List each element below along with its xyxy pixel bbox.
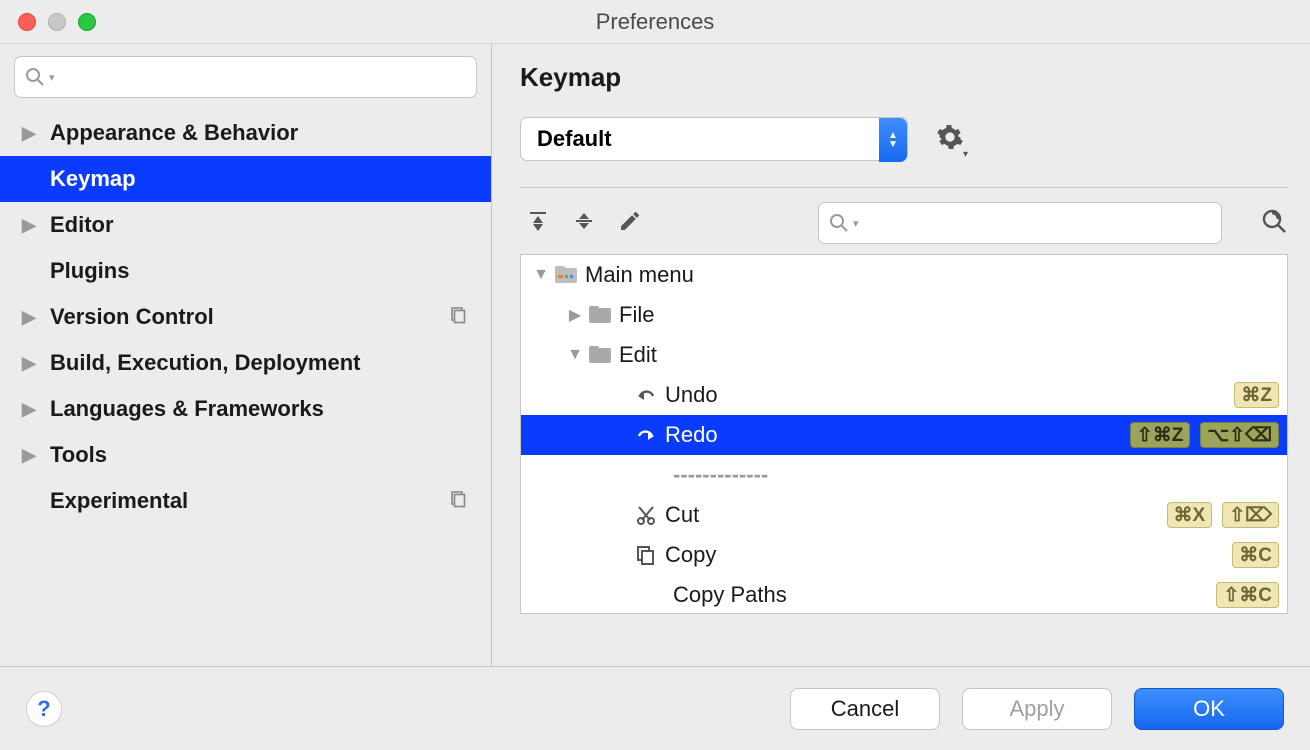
shortcuts: ⌘Z [1234, 382, 1279, 408]
sidebar-item-label: Version Control [50, 304, 214, 330]
button-label: Cancel [831, 696, 899, 722]
redo-icon [633, 426, 659, 444]
keymap-tree[interactable]: ▼ Main menu ▶ File ▼ Edit [520, 254, 1288, 614]
search-icon [25, 67, 45, 87]
sidebar-item-version-control[interactable]: ▶ Version Control [0, 294, 491, 340]
expand-icon: ▶ [22, 399, 50, 420]
tree-item-label: ------------- [673, 462, 768, 488]
tree-row-main-menu[interactable]: ▼ Main menu [521, 255, 1287, 295]
help-button[interactable]: ? [26, 691, 62, 727]
tree-row-copy[interactable]: Copy ⌘C [521, 535, 1287, 575]
sidebar-item-label: Editor [50, 212, 114, 238]
button-label: Apply [1009, 696, 1064, 722]
keymap-selector[interactable]: Default ▲▼ [520, 117, 908, 161]
sidebar-item-experimental[interactable]: ▶ Experimental [0, 478, 491, 524]
tree-row-undo[interactable]: Undo ⌘Z [521, 375, 1287, 415]
keyboard-shortcut: ⇧⌦ [1222, 502, 1279, 528]
keyboard-shortcut: ⇧⌘C [1216, 582, 1279, 608]
sidebar-item-label: Experimental [50, 488, 188, 514]
tree-item-label: Copy Paths [673, 582, 787, 608]
expand-icon: ▶ [22, 445, 50, 466]
tree-item-label: Redo [665, 422, 718, 448]
project-settings-icon [449, 304, 467, 330]
page-title: Keymap [520, 62, 1288, 93]
cut-icon [633, 505, 659, 525]
tree-item-label: Edit [619, 342, 657, 368]
tree-row-copy-paths[interactable]: Copy Paths ⇧⌘C [521, 575, 1287, 614]
keymap-actions-button[interactable]: ▾ [936, 123, 964, 156]
project-settings-icon [449, 488, 467, 514]
keyboard-shortcut: ⌘X [1167, 502, 1213, 528]
sidebar-search-input[interactable]: ▾ [14, 56, 477, 98]
sidebar-item-plugins[interactable]: ▶ Plugins [0, 248, 491, 294]
keymap-selected-value: Default [537, 126, 612, 152]
settings-sidebar: ▾ ▶ Appearance & Behavior ▶ Keymap ▶ Edi… [0, 44, 492, 666]
chevron-down-icon: ▾ [49, 71, 55, 84]
tree-item-label: Copy [665, 542, 716, 568]
sidebar-item-label: Languages & Frameworks [50, 396, 324, 422]
expand-icon: ▶ [563, 305, 587, 325]
sidebar-item-label: Appearance & Behavior [50, 120, 298, 146]
tree-row-edit[interactable]: ▼ Edit [521, 335, 1287, 375]
chevron-down-icon: ▾ [853, 217, 859, 230]
shortcuts: ⌘X ⇧⌦ [1167, 502, 1279, 528]
ok-button[interactable]: OK [1134, 688, 1284, 730]
folder-icon [587, 346, 613, 364]
sidebar-item-label: Build, Execution, Deployment [50, 350, 360, 376]
tree-row-separator[interactable]: ------------- [521, 455, 1287, 495]
tree-item-label: File [619, 302, 654, 328]
sidebar-item-appearance-behavior[interactable]: ▶ Appearance & Behavior [0, 110, 491, 156]
undo-icon [633, 386, 659, 404]
sidebar-item-editor[interactable]: ▶ Editor [0, 202, 491, 248]
sidebar-item-label: Tools [50, 442, 107, 468]
tree-item-label: Main menu [585, 262, 694, 288]
shortcuts: ⇧⌘Z ⌥⇧⌫ [1130, 422, 1279, 448]
keyboard-shortcut: ⇧⌘Z [1130, 422, 1191, 448]
copy-icon [633, 545, 659, 565]
apply-button[interactable]: Apply [962, 688, 1112, 730]
sidebar-item-label: Keymap [50, 166, 136, 192]
titlebar: Preferences [0, 0, 1310, 44]
window-title: Preferences [0, 9, 1310, 35]
tree-item-label: Undo [665, 382, 718, 408]
collapse-icon: ▼ [563, 346, 587, 364]
edit-shortcut-button[interactable] [618, 209, 642, 238]
sidebar-item-label: Plugins [50, 258, 129, 284]
action-search-input[interactable]: ▾ [818, 202, 1222, 244]
folder-icon [587, 306, 613, 324]
collapse-icon: ▼ [529, 266, 553, 284]
sidebar-item-tools[interactable]: ▶ Tools [0, 432, 491, 478]
shortcuts: ⇧⌘C [1216, 582, 1279, 608]
gear-icon [936, 138, 964, 155]
expand-all-button[interactable] [526, 209, 550, 238]
expand-icon: ▶ [22, 215, 50, 236]
expand-icon: ▶ [22, 123, 50, 144]
tree-row-file[interactable]: ▶ File [521, 295, 1287, 335]
dropdown-arrows-icon: ▲▼ [879, 118, 907, 162]
keyboard-shortcut: ⌥⇧⌫ [1200, 422, 1279, 448]
dialog-footer: ? Cancel Apply OK [0, 666, 1310, 750]
cancel-button[interactable]: Cancel [790, 688, 940, 730]
search-icon [829, 213, 849, 233]
collapse-all-button[interactable] [572, 209, 596, 238]
root-folder-icon [553, 266, 579, 284]
expand-icon: ▶ [22, 353, 50, 374]
shortcuts: ⌘C [1232, 542, 1279, 568]
tree-row-redo[interactable]: Redo ⇧⌘Z ⌥⇧⌫ [521, 415, 1287, 455]
keyboard-shortcut: ⌘Z [1234, 382, 1279, 408]
button-label: OK [1193, 696, 1225, 722]
chevron-down-icon: ▾ [963, 149, 968, 160]
help-icon: ? [37, 696, 50, 722]
settings-content: Keymap Default ▲▼ ▾ [492, 44, 1310, 666]
sidebar-item-keymap[interactable]: ▶ Keymap [0, 156, 491, 202]
tree-row-cut[interactable]: Cut ⌘X ⇧⌦ [521, 495, 1287, 535]
divider [520, 187, 1288, 188]
find-by-shortcut-button[interactable] [1260, 207, 1288, 240]
sidebar-item-languages-frameworks[interactable]: ▶ Languages & Frameworks [0, 386, 491, 432]
expand-icon: ▶ [22, 307, 50, 328]
keyboard-shortcut: ⌘C [1232, 542, 1279, 568]
tree-item-label: Cut [665, 502, 699, 528]
sidebar-item-build-execution-deployment[interactable]: ▶ Build, Execution, Deployment [0, 340, 491, 386]
